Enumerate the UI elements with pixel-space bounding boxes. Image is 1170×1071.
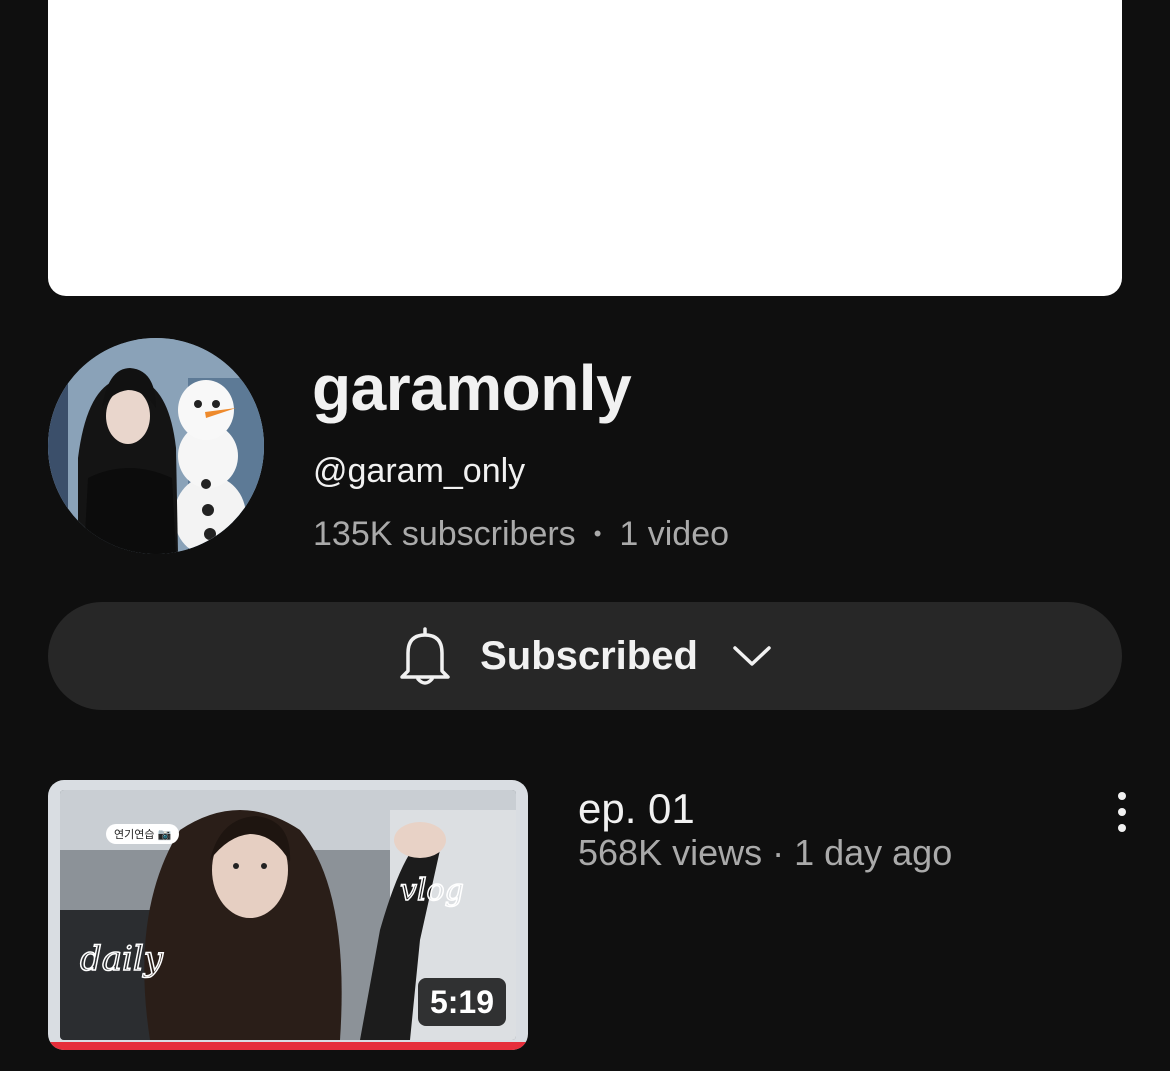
- channel-handle: @garam_only: [313, 452, 526, 490]
- video-count: 1 video: [619, 515, 730, 553]
- channel-page: garamonly @garam_only 135K subscribers •…: [0, 0, 1170, 1071]
- video-duration: 5:19: [417, 978, 506, 1026]
- video-thumbnail[interactable]: daily vlog 연기연습 📷 5:19: [48, 780, 528, 1050]
- channel-avatar[interactable]: [48, 338, 264, 554]
- bell-icon: [400, 627, 450, 685]
- video-list-item[interactable]: daily vlog 연기연습 📷 5:19 ep. 01 568K views…: [48, 780, 1138, 1052]
- video-title[interactable]: ep. 01: [578, 784, 695, 834]
- subscriber-count: 135K subscribers: [313, 515, 576, 553]
- thumbnail-tag: 연기연습 📷: [106, 824, 180, 844]
- channel-banner: [48, 0, 1122, 296]
- channel-stats: 135K subscribers • 1 video: [313, 513, 729, 555]
- subscribed-button[interactable]: Subscribed: [48, 602, 1122, 710]
- chevron-down-icon: [733, 646, 771, 666]
- video-meta: 568K views · 1 day ago: [578, 832, 953, 873]
- separator-dot: •: [593, 521, 602, 546]
- avatar-image: [48, 338, 264, 554]
- thumbnail-daily-text: daily: [80, 939, 164, 979]
- thumbnail-vlog-text: vlog: [400, 873, 464, 908]
- subscribed-label: Subscribed: [480, 633, 698, 678]
- watch-progress-bar: [48, 1042, 528, 1050]
- channel-name: garamonly: [312, 352, 632, 424]
- more-vertical-icon[interactable]: [1108, 788, 1136, 836]
